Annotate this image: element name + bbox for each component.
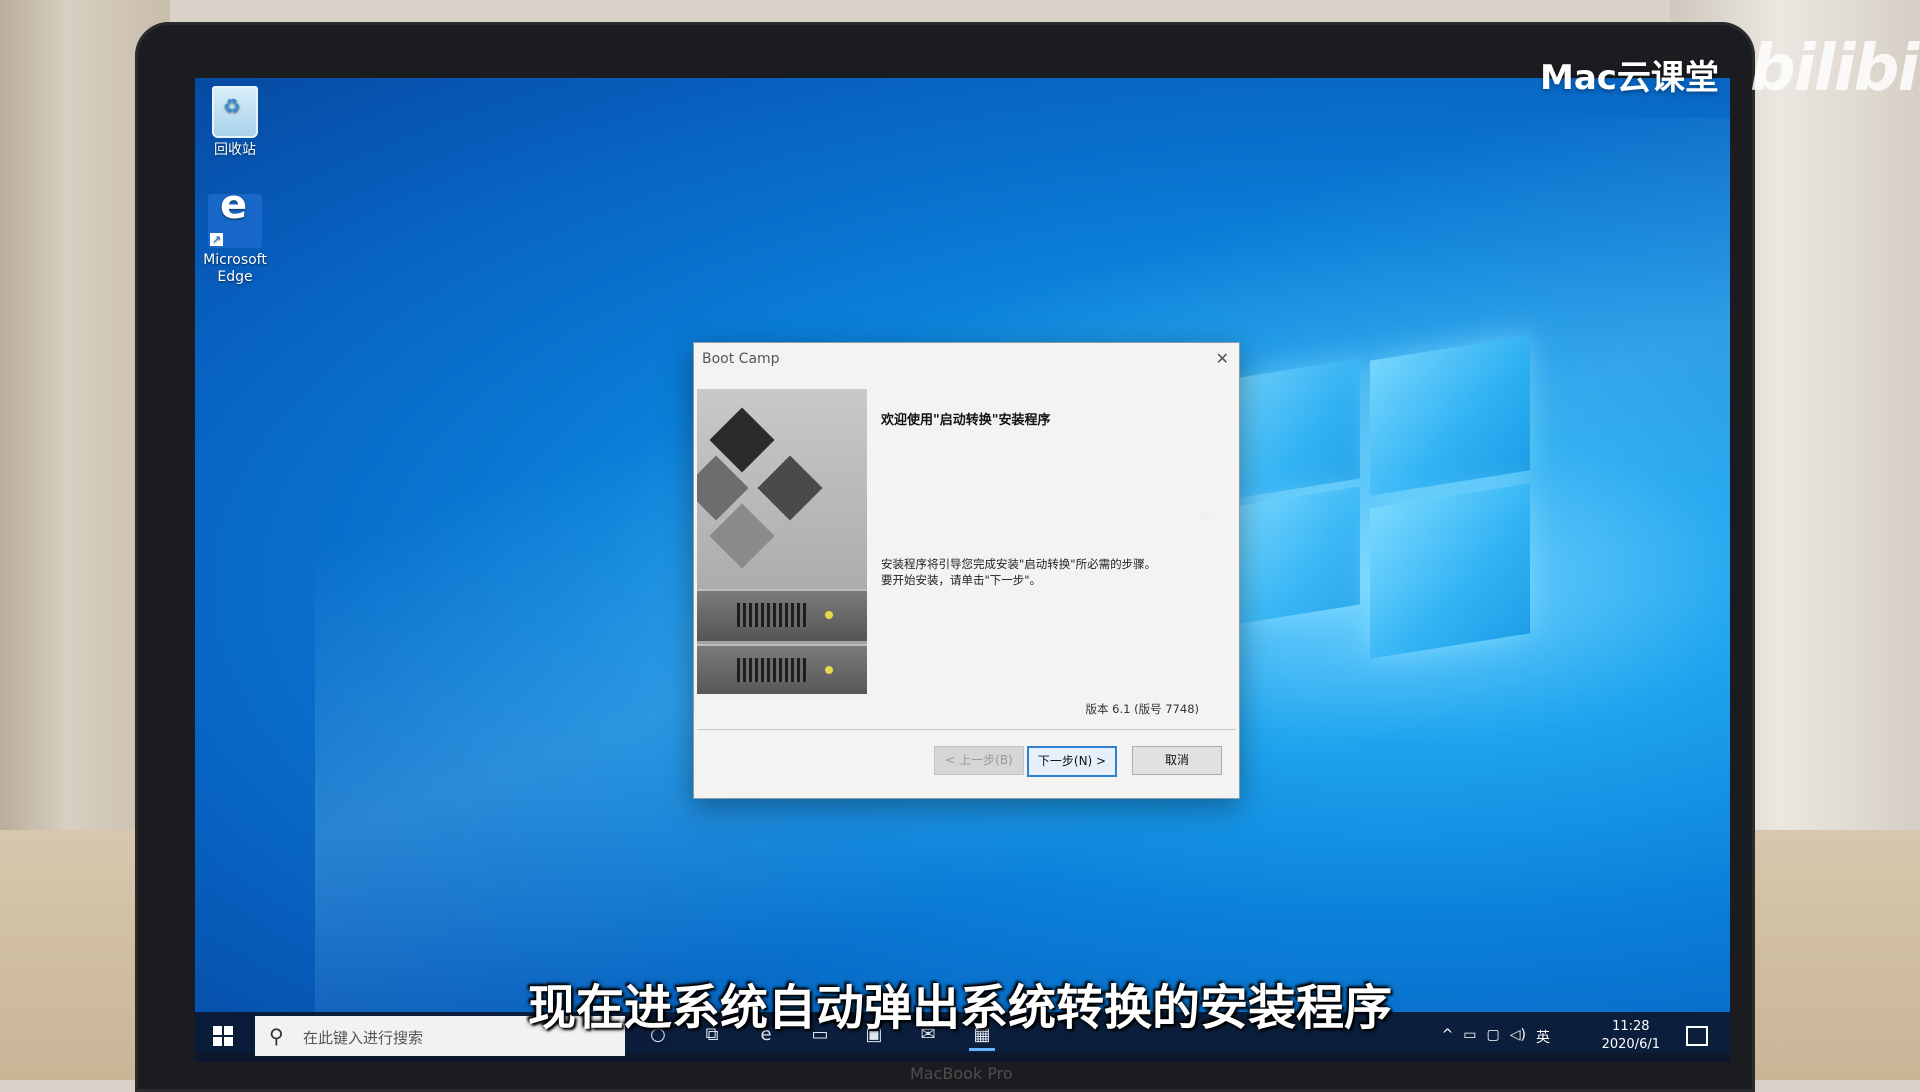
laptop-model-label: MacBook Pro: [910, 1064, 1013, 1083]
dialog-heading: 欢迎使用"启动转换"安装程序: [881, 413, 1051, 428]
clock-date: 2020/6/1: [1601, 1037, 1660, 1052]
back-button[interactable]: < 上一步(B): [934, 746, 1024, 775]
next-button[interactable]: 下一步(N) >: [1027, 746, 1117, 777]
mouse-cursor-icon: ➤: [1198, 508, 1210, 524]
bootcamp-drive-icon: [697, 389, 867, 694]
cancel-button[interactable]: 取消: [1132, 746, 1222, 775]
windows-logo-pane: [1370, 335, 1530, 496]
divider: [697, 729, 1236, 730]
desktop-icon-edge[interactable]: e ↗ Microsoft Edge: [195, 185, 280, 286]
close-icon[interactable]: ✕: [1216, 349, 1229, 368]
windows-logo-pane: [1240, 358, 1360, 498]
dialog-title: Boot Camp: [702, 351, 780, 367]
desktop-icon-recycle-bin[interactable]: ♻ 回收站: [195, 86, 280, 159]
recycle-bin-icon: ♻: [212, 86, 258, 138]
bilibili-logo: bilibili: [1750, 32, 1920, 106]
shortcut-arrow-icon: ↗: [210, 233, 223, 246]
dialog-body-line: 安装程序将引导您完成安装"启动转换"所必需的步骤。: [881, 557, 1157, 571]
desktop-icon-label: Microsoft Edge: [203, 252, 267, 285]
dialog-body-text: 安装程序将引导您完成安装"启动转换"所必需的步骤。 要开始安装，请单击"下一步"…: [881, 556, 1211, 588]
desktop-screen: ♻ 回收站 e ↗ Microsoft Edge Boot Camp ✕ 欢迎使…: [195, 78, 1730, 1053]
version-label: 版本 6.1 (版号 7748): [1085, 702, 1200, 716]
windows-logo-pane: [1240, 486, 1360, 624]
video-subtitle: 现在进系统自动弹出系统转换的安装程序: [527, 980, 1392, 1036]
dialog-body-line: 要开始安装，请单击"下一步"。: [881, 573, 1042, 587]
bootcamp-dialog: Boot Camp ✕ 欢迎使用"启动转换"安装程序 安装程序将引导您完成安装"…: [693, 342, 1240, 799]
watermark-text: Mac云课堂: [1540, 58, 1719, 98]
windows-logo-pane: [1370, 483, 1530, 659]
desktop-icon-label: 回收站: [214, 142, 256, 158]
edge-icon: e ↗: [208, 185, 262, 248]
